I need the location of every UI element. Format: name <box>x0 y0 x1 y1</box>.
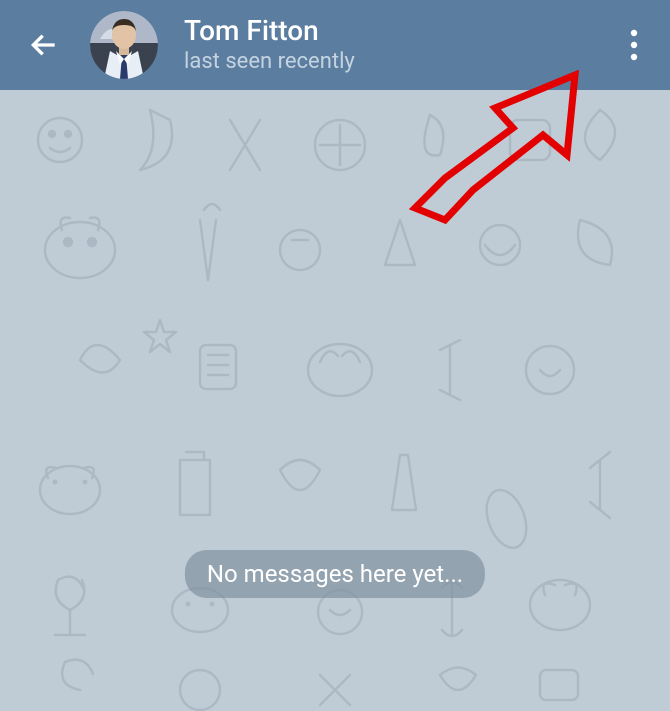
more-vertical-icon <box>630 29 638 61</box>
back-arrow-icon <box>28 29 60 61</box>
contact-info[interactable]: Tom Fitton last seen recently <box>184 14 610 76</box>
chat-body: No messages here yet... <box>0 90 670 711</box>
back-button[interactable] <box>20 21 68 69</box>
more-options-button[interactable] <box>610 21 658 69</box>
contact-status: last seen recently <box>184 48 610 77</box>
avatar-image <box>90 11 158 79</box>
empty-chat-message: No messages here yet... <box>185 550 485 598</box>
contact-name: Tom Fitton <box>184 14 610 48</box>
chat-header: Tom Fitton last seen recently <box>0 0 670 90</box>
contact-avatar[interactable] <box>90 11 158 79</box>
chat-background-pattern <box>0 90 670 711</box>
